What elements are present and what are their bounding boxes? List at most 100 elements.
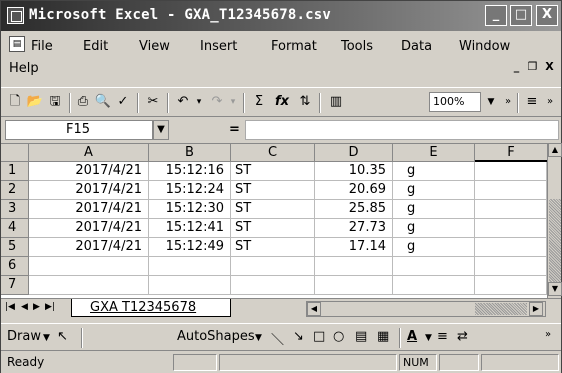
insert-picture-icon[interactable]: ▦ [377,329,389,344]
horizontal-scroll-track[interactable] [475,303,527,315]
vertical-scrollbar[interactable]: ▲ ▼ [547,143,562,298]
column-header-e[interactable]: E [393,144,475,162]
font-color-dropdown-icon[interactable]: ▼ [425,333,432,343]
cell-f2[interactable] [475,181,547,200]
font-color-icon[interactable]: A [407,329,417,344]
cell-c6[interactable] [231,257,315,276]
select-objects-icon[interactable]: ↖ [57,329,68,344]
cell-b4[interactable]: 15:12:41 [149,219,231,238]
cell-b3[interactable]: 15:12:30 [149,200,231,219]
rectangle-icon[interactable]: □ [313,329,325,344]
redo-dropdown-icon[interactable]: ▾ [227,92,239,112]
line-icon[interactable]: ＼ [271,329,284,348]
undo-icon[interactable]: ↶ [173,92,193,112]
row-header[interactable]: 1 [1,162,29,181]
menu-file[interactable]: File [31,39,53,54]
cell-d2[interactable]: 20.69 [315,181,393,200]
cell-d3[interactable]: 25.85 [315,200,393,219]
new-icon[interactable]: 🗋 [5,92,25,112]
cell-e6[interactable] [393,257,475,276]
cell-e7[interactable] [393,276,475,295]
cell-a6[interactable] [29,257,149,276]
autosum-icon[interactable]: Σ [249,92,269,112]
zoom-select[interactable]: 100% [429,92,481,112]
cell-a5[interactable]: 2017/4/21 [29,238,149,257]
toolbar-more-icon[interactable]: » [543,92,557,112]
sheet-tab[interactable]: GXA T12345678 [71,299,231,317]
sort-ascending-icon[interactable]: ⇅ [295,92,315,112]
workbook-close-button[interactable]: X [542,60,557,74]
menu-data[interactable]: Data [401,39,432,54]
menu-format[interactable]: Format [271,39,317,54]
cell-d1[interactable]: 10.35 [315,162,393,181]
insert-function-icon[interactable]: fx [271,92,293,112]
maximize-button[interactable]: □ [510,5,532,26]
name-box-dropdown-icon[interactable]: ▼ [153,120,169,140]
open-icon[interactable]: 📂 [25,92,45,112]
scroll-up-icon[interactable]: ▲ [548,143,562,157]
cell-e1[interactable]: g [393,162,475,181]
minimize-button[interactable]: _ [485,5,507,26]
column-header-b[interactable]: B [149,144,231,162]
autoshapes-menu-button[interactable]: AutoShapes [177,329,255,344]
arrow-icon[interactable]: ↘ [293,329,304,344]
cell-c3[interactable]: ST [231,200,315,219]
cell-f7[interactable] [475,276,547,295]
redo-icon[interactable]: ↷ [207,92,227,112]
menu-window[interactable]: Window [459,39,510,54]
oval-icon[interactable]: ○ [333,329,344,344]
row-header[interactable]: 3 [1,200,29,219]
print-icon[interactable]: ⎙ [73,92,93,112]
spelling-icon[interactable]: ✓ [113,92,133,112]
scroll-down-icon[interactable]: ▼ [548,282,562,296]
previous-sheet-icon[interactable]: ◀ [21,302,28,312]
toolbar-options-icon[interactable]: » [501,92,515,112]
row-header[interactable]: 2 [1,181,29,200]
name-box[interactable]: F15 [5,120,153,140]
cell-b6[interactable] [149,257,231,276]
zoom-dropdown-icon[interactable]: ▼ [485,92,497,112]
workbook-minimize-button[interactable]: _ [509,60,524,74]
text-box-icon[interactable]: ▤ [355,329,367,344]
menu-help[interactable]: Help [9,61,39,76]
cell-c4[interactable]: ST [231,219,315,238]
cell-a3[interactable]: 2017/4/21 [29,200,149,219]
formula-input[interactable] [245,120,559,140]
row-header[interactable]: 7 [1,276,29,295]
align-center-icon[interactable]: ≡ [523,92,541,112]
dash-style-icon[interactable]: ⇄ [457,329,468,344]
workbook-restore-button[interactable]: ❐ [525,60,540,74]
draw-dropdown-icon[interactable]: ▼ [43,333,50,343]
draw-menu-button[interactable]: Draw [7,329,41,344]
row-header[interactable]: 5 [1,238,29,257]
cell-a1[interactable]: 2017/4/21 [29,162,149,181]
drawing-toolbar-more-icon[interactable]: » [545,329,551,340]
menu-edit[interactable]: Edit [83,39,108,54]
cell-c1[interactable]: ST [231,162,315,181]
cell-f6[interactable] [475,257,547,276]
menu-tools[interactable]: Tools [341,39,373,54]
cell-e4[interactable]: g [393,219,475,238]
cell-b1[interactable]: 15:12:16 [149,162,231,181]
vertical-scroll-track[interactable] [549,199,561,283]
cell-b5[interactable]: 15:12:49 [149,238,231,257]
first-sheet-icon[interactable]: |◀ [5,302,15,312]
cell-f4[interactable] [475,219,547,238]
menu-insert[interactable]: Insert [200,39,237,54]
last-sheet-icon[interactable]: ▶| [45,302,55,312]
cell-c5[interactable]: ST [231,238,315,257]
excel-app-icon[interactable] [7,7,24,24]
horizontal-scrollbar[interactable]: ◀ ▶ [306,301,546,317]
chart-wizard-icon[interactable]: ▥ [325,92,347,112]
column-header-c[interactable]: C [231,144,315,162]
close-button[interactable]: X [536,5,558,26]
menu-view[interactable]: View [139,39,170,54]
cell-a4[interactable]: 2017/4/21 [29,219,149,238]
cell-b7[interactable] [149,276,231,295]
scroll-right-icon[interactable]: ▶ [529,302,543,316]
row-header[interactable]: 6 [1,257,29,276]
cell-f5[interactable] [475,238,547,257]
cell-a2[interactable]: 2017/4/21 [29,181,149,200]
autoshapes-dropdown-icon[interactable]: ▼ [255,333,262,343]
cell-e3[interactable]: g [393,200,475,219]
